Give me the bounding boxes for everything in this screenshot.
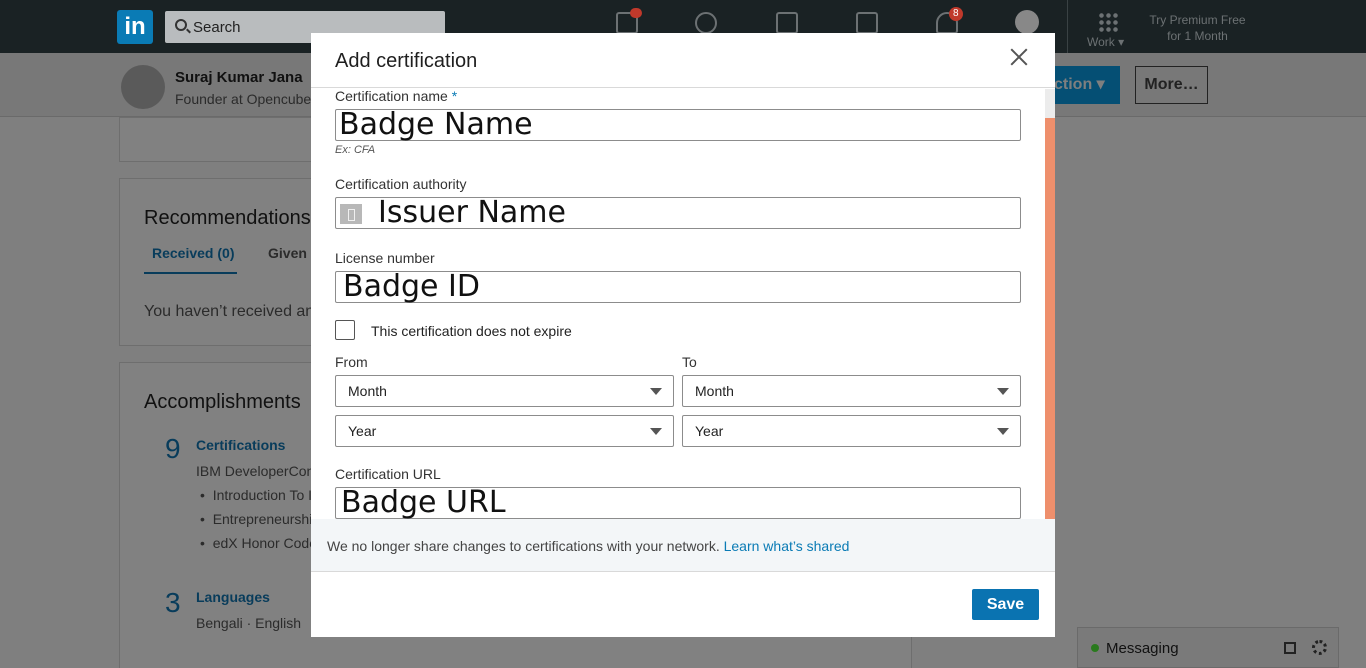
jobs-icon[interactable] — [776, 12, 798, 34]
more-button[interactable]: More… — [1135, 66, 1208, 104]
authority-field[interactable]: Issuer Name — [335, 195, 1021, 230]
to-year-select[interactable]: Year — [682, 415, 1021, 447]
tab-given[interactable]: Given ( — [268, 245, 315, 261]
from-month-value: Month — [348, 383, 387, 399]
profile-avatar — [121, 65, 165, 109]
cert-name-field[interactable]: Badge Name — [335, 107, 1021, 142]
recommendations-title: Recommendations — [144, 207, 311, 229]
notifications-badge: 8 — [949, 7, 963, 21]
cert-count: 9 — [165, 433, 181, 464]
to-month-value: Month — [695, 383, 734, 399]
linkedin-logo[interactable]: in — [117, 10, 153, 44]
share-notice: We no longer share changes to certificat… — [311, 519, 1055, 572]
scrollbar-thumb[interactable] — [1045, 118, 1055, 519]
search-icon — [175, 19, 187, 31]
profile-name: Suraj Kumar Jana — [175, 69, 303, 86]
gear-icon[interactable] — [1312, 640, 1327, 655]
cert-title[interactable]: Certifications — [196, 437, 285, 453]
nav-divider — [1067, 0, 1068, 53]
notice-text: We no longer share changes to certificat… — [327, 538, 850, 554]
cert-name-label: Certification name * — [335, 89, 458, 104]
from-label: From — [335, 354, 368, 370]
online-status-icon — [1091, 644, 1099, 652]
from-month-select[interactable]: Month — [335, 375, 674, 407]
url-label: Certification URL — [335, 466, 441, 482]
lang-title[interactable]: Languages — [196, 589, 270, 605]
no-expire-checkbox[interactable] — [335, 320, 355, 340]
premium-line2: for 1 Month — [1167, 29, 1228, 43]
tab-underline — [144, 272, 237, 274]
modal-header: Add certification — [311, 33, 1055, 88]
company-icon — [340, 204, 362, 224]
premium-line1: Try Premium Free — [1149, 13, 1246, 27]
network-icon[interactable] — [695, 12, 717, 34]
messages-icon[interactable] — [856, 12, 878, 34]
authority-value: Issuer Name — [378, 195, 566, 230]
messaging-label: Messaging — [1106, 640, 1179, 657]
to-label: To — [682, 354, 697, 370]
chevron-down-icon — [997, 388, 1009, 395]
lang-items: Bengali · English — [196, 615, 302, 631]
chevron-down-icon — [650, 428, 662, 435]
cert-item: • Entrepreneurshi — [200, 511, 313, 527]
messaging-bar[interactable]: Messaging — [1077, 627, 1339, 668]
add-section-button[interactable]: ction ▾ — [1050, 66, 1120, 104]
required-mark: * — [451, 89, 458, 104]
tab-received[interactable]: Received (0) — [152, 245, 234, 261]
lang-count: 3 — [165, 587, 181, 618]
me-avatar[interactable] — [1015, 10, 1039, 34]
to-year-value: Year — [695, 423, 724, 439]
from-year-select[interactable]: Year — [335, 415, 674, 447]
to-month-select[interactable]: Month — [682, 375, 1021, 407]
url-value: Badge URL — [341, 485, 506, 519]
cert-item: • Introduction To I — [200, 487, 313, 503]
profile-title: Founder at Opencube — [175, 91, 312, 107]
license-label: License number — [335, 250, 435, 266]
accomplishments-title: Accomplishments — [144, 391, 301, 413]
search-placeholder: Search — [193, 19, 241, 36]
license-field[interactable]: Badge ID — [335, 269, 1021, 304]
modal-body: Certification name * Badge Name Ex: CFA … — [311, 89, 1055, 519]
compose-icon[interactable] — [1284, 642, 1296, 654]
url-field[interactable]: Badge URL — [335, 485, 1021, 519]
cert-name-value: Badge Name — [339, 107, 533, 142]
chevron-down-icon — [650, 388, 662, 395]
add-certification-modal: Add certification Certification name * B… — [311, 33, 1055, 637]
no-expire-label[interactable]: This certification does not expire — [371, 323, 572, 339]
from-year-value: Year — [348, 423, 377, 439]
cert-name-hint: Ex: CFA — [335, 144, 376, 156]
authority-label: Certification authority — [335, 176, 467, 192]
learn-whats-shared-link[interactable]: Learn what’s shared — [724, 538, 850, 554]
chevron-down-icon — [997, 428, 1009, 435]
close-icon[interactable] — [1009, 47, 1029, 67]
modal-title: Add certification — [335, 50, 478, 72]
cert-subtitle: IBM DeveloperCon — [196, 463, 315, 479]
work-grid-icon[interactable] — [1098, 12, 1118, 32]
work-menu[interactable]: Work ▾ — [1087, 35, 1124, 49]
license-value: Badge ID — [343, 269, 480, 304]
save-button[interactable]: Save — [972, 589, 1039, 620]
premium-link[interactable]: Try Premium Free for 1 Month — [1140, 12, 1255, 44]
cert-item: • edX Honor Code — [200, 535, 317, 551]
home-badge — [630, 8, 642, 18]
recommendations-empty: You haven’t received an — [144, 303, 315, 320]
